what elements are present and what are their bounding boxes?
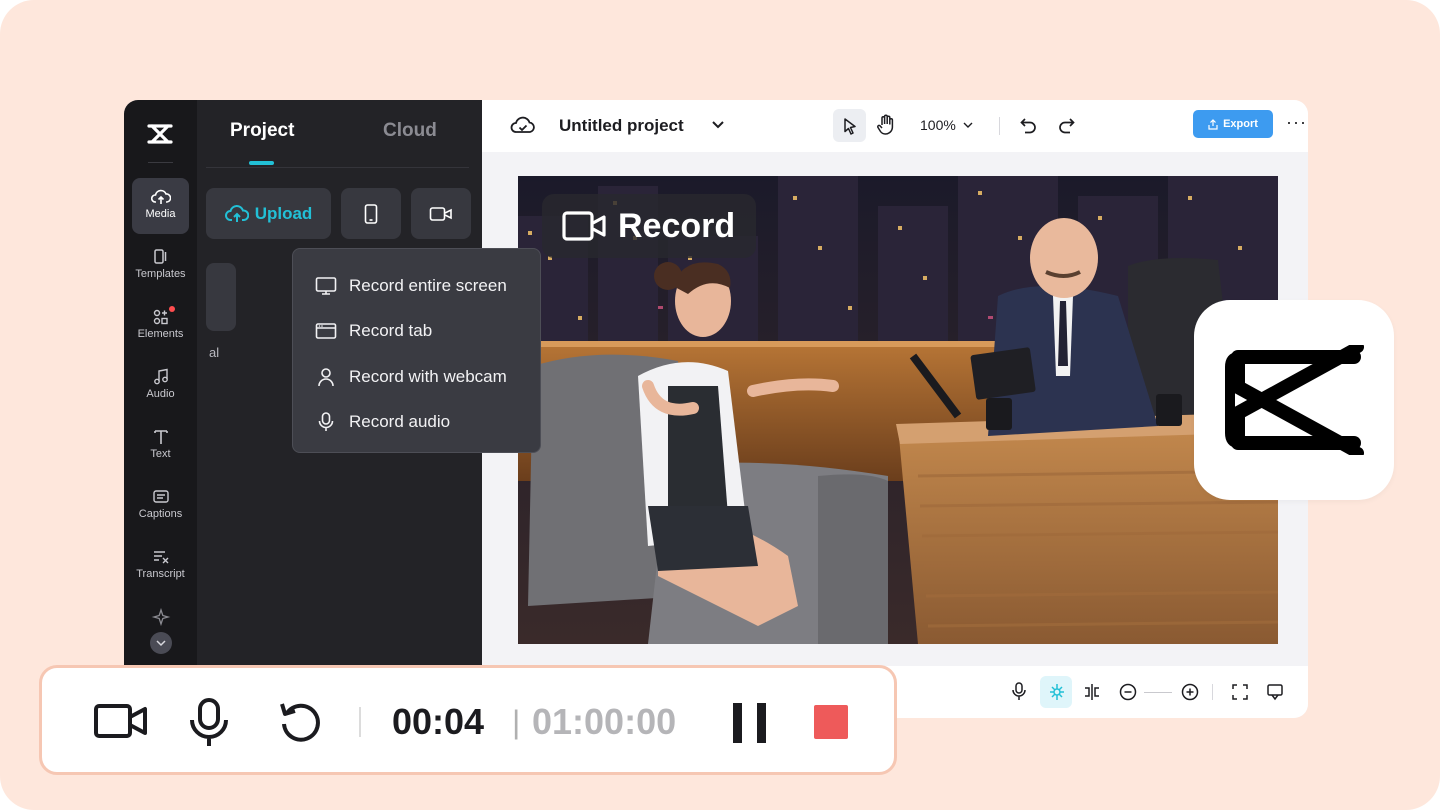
stop-button[interactable] bbox=[814, 705, 848, 739]
media-panel: Project Cloud Upload al Record entire sc… bbox=[197, 100, 541, 718]
zoom-out-icon[interactable] bbox=[1118, 682, 1138, 702]
elapsed-time: 00:04 bbox=[392, 701, 485, 742]
rail-item-label: Templates bbox=[135, 268, 186, 280]
magnet-snap-icon bbox=[1050, 684, 1064, 700]
chevron-down-icon[interactable] bbox=[962, 120, 974, 130]
rail-more-button[interactable] bbox=[150, 632, 172, 654]
microphone-icon[interactable] bbox=[1011, 682, 1027, 702]
rail-item-label: Media bbox=[145, 208, 176, 220]
media-card-placeholder bbox=[206, 263, 236, 331]
rail-item-label: Text bbox=[150, 448, 171, 460]
zoom-level[interactable]: 100% bbox=[920, 117, 956, 133]
microphone-toggle-icon[interactable] bbox=[188, 698, 230, 748]
tab-cloud[interactable]: Cloud bbox=[383, 120, 437, 142]
record-with-webcam-item[interactable]: Record with webcam bbox=[293, 354, 540, 400]
music-note-icon bbox=[153, 368, 168, 385]
rail-item-elements[interactable]: Elements bbox=[132, 298, 189, 354]
hidden-media-text: al bbox=[209, 345, 220, 360]
record-tab-item[interactable]: Record tab bbox=[293, 309, 540, 355]
monitor-icon bbox=[315, 276, 337, 295]
fullscreen-icon[interactable] bbox=[1230, 682, 1250, 702]
restart-icon[interactable] bbox=[278, 698, 324, 744]
rail-item-label: Elements bbox=[137, 328, 184, 340]
capcut-app-logo bbox=[1194, 300, 1394, 500]
captions-icon bbox=[152, 490, 169, 503]
undo-icon[interactable] bbox=[1019, 115, 1039, 135]
menu-item-label: Record audio bbox=[349, 412, 451, 432]
active-tab-indicator bbox=[249, 161, 274, 165]
video-preview[interactable]: Record bbox=[518, 176, 1278, 644]
menu-item-label: Record with webcam bbox=[349, 366, 507, 386]
video-camera-icon bbox=[429, 206, 452, 221]
record-menu: Record entire screen Record tab Record w… bbox=[292, 248, 541, 453]
hand-tool-icon[interactable] bbox=[876, 114, 896, 136]
time-limit: 01:00:00 bbox=[532, 701, 677, 742]
phone-icon bbox=[364, 203, 378, 224]
rail-item-transcript[interactable]: Transcript bbox=[132, 538, 189, 594]
elements-icon bbox=[153, 309, 168, 325]
upload-from-phone-button[interactable] bbox=[341, 188, 401, 239]
text-icon bbox=[153, 430, 168, 444]
rail-item-media[interactable]: Media bbox=[132, 178, 189, 234]
rail-item-label: Audio bbox=[146, 388, 175, 400]
capcut-logo-icon bbox=[147, 124, 173, 144]
time-separator: | bbox=[512, 704, 521, 740]
rail-item-templates[interactable]: Templates bbox=[132, 238, 189, 294]
split-icon[interactable] bbox=[1082, 682, 1102, 702]
bottombar-divider bbox=[1212, 684, 1213, 700]
rail-item-text[interactable]: Text bbox=[132, 418, 189, 474]
sparkle-icon[interactable] bbox=[151, 608, 171, 626]
editor-window: Media Templates Elements Audio Text Capt… bbox=[124, 100, 1308, 718]
menu-item-label: Record entire screen bbox=[349, 275, 507, 295]
panel-divider bbox=[206, 167, 469, 168]
cloud-upload-icon bbox=[224, 204, 249, 222]
tab-project[interactable]: Project bbox=[230, 120, 294, 142]
select-tool-button[interactable] bbox=[833, 109, 866, 142]
chevron-down-icon bbox=[156, 640, 166, 647]
cloud-sync-icon[interactable] bbox=[510, 114, 536, 136]
cloud-upload-icon bbox=[150, 189, 171, 204]
project-title[interactable]: Untitled project bbox=[559, 116, 684, 136]
camera-toggle-icon[interactable] bbox=[94, 698, 148, 744]
microphone-icon bbox=[318, 412, 334, 432]
zoom-in-icon[interactable] bbox=[1180, 682, 1200, 702]
rail-item-label: Transcript bbox=[136, 568, 185, 580]
upload-button[interactable]: Upload bbox=[206, 188, 331, 239]
menu-item-label: Record tab bbox=[349, 321, 433, 341]
zoom-slider-track[interactable] bbox=[1144, 692, 1172, 693]
pause-icon[interactable] bbox=[731, 702, 771, 744]
redo-icon[interactable] bbox=[1056, 115, 1076, 135]
comment-icon[interactable] bbox=[1265, 682, 1285, 702]
templates-icon bbox=[153, 249, 166, 264]
capcut-logo-icon bbox=[1225, 345, 1364, 455]
left-rail: Media Templates Elements Audio Text Capt… bbox=[124, 100, 197, 718]
record-overlay-text: Record bbox=[618, 206, 736, 245]
video-camera-icon bbox=[562, 211, 606, 241]
cursor-icon bbox=[843, 117, 856, 135]
recorder-divider bbox=[359, 707, 361, 737]
browser-tab-icon bbox=[315, 323, 337, 340]
export-label: Export bbox=[1223, 118, 1258, 130]
top-bar: Untitled project 100% Export ··· bbox=[482, 100, 1308, 152]
chevron-down-icon[interactable] bbox=[710, 117, 726, 133]
export-icon bbox=[1208, 118, 1218, 130]
recording-control-bar: 00:04 | 01:00:00 bbox=[39, 665, 897, 775]
record-entire-screen-item[interactable]: Record entire screen bbox=[293, 263, 540, 309]
record-audio-item[interactable]: Record audio bbox=[293, 400, 540, 446]
record-overlay-label: Record bbox=[542, 194, 756, 258]
record-button[interactable] bbox=[411, 188, 471, 239]
transcript-icon bbox=[153, 551, 168, 564]
notification-dot bbox=[169, 306, 175, 312]
rail-divider bbox=[148, 162, 173, 163]
toolbar-divider bbox=[999, 117, 1000, 135]
person-icon bbox=[318, 367, 334, 386]
export-button[interactable]: Export bbox=[1193, 110, 1273, 138]
rail-item-audio[interactable]: Audio bbox=[132, 358, 189, 414]
rail-item-label: Captions bbox=[138, 508, 183, 520]
more-options-button[interactable]: ··· bbox=[1286, 112, 1307, 133]
rail-item-captions[interactable]: Captions bbox=[132, 478, 189, 534]
upload-label: Upload bbox=[254, 203, 313, 223]
